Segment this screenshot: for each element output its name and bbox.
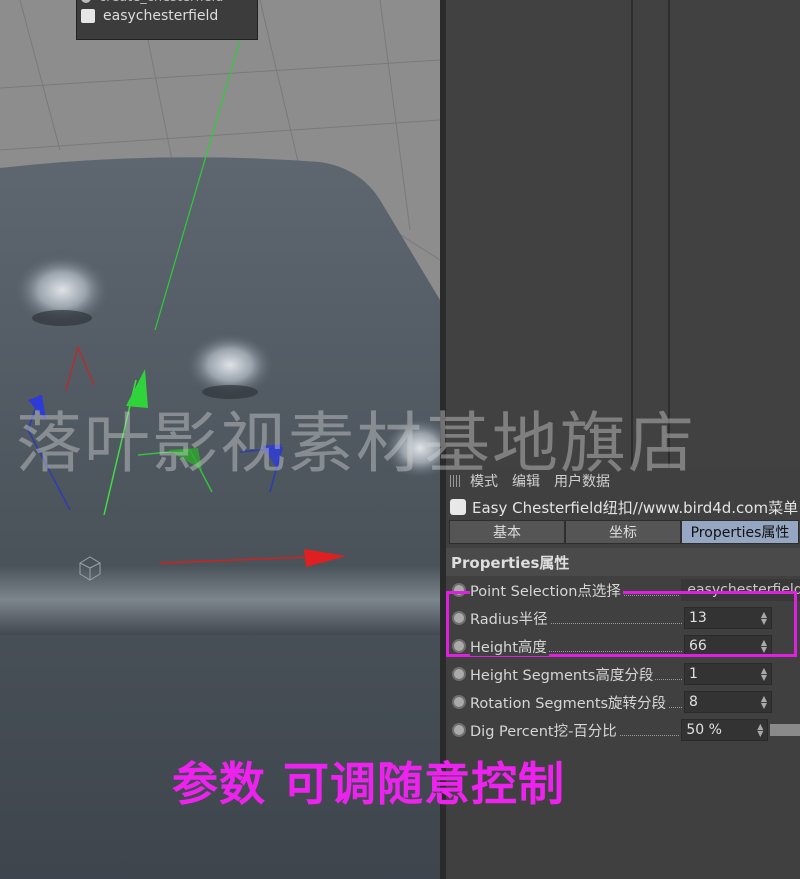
column-divider [631,0,633,468]
attribute-menu-bar: 模式 编辑 用户数据 [446,468,800,494]
tab-basic[interactable]: 基本 [449,520,565,544]
menu-edit[interactable]: 编辑 [512,471,540,491]
param-label: Height高度 [470,639,549,656]
object-manager-panel [446,0,800,468]
point-selection-link[interactable]: easychesterfield [681,579,800,601]
param-row-radius: Radius半径 13 ▲ ▼ [446,604,800,632]
spinner-icon: ▲ ▼ [760,638,767,654]
param-label: Rotation Segments旋转分段 [470,695,669,712]
menu-mode[interactable]: 模式 [470,471,498,491]
animate-radio-icon[interactable] [452,639,466,653]
menu-user-data[interactable]: 用户数据 [554,471,610,491]
param-row-rotation-segments: Rotation Segments旋转分段 8 ▲ ▼ [446,688,800,716]
height-segments-input[interactable]: 1 ▲ ▼ [684,663,772,685]
param-label: Dig Percent挖-百分比 [470,723,619,740]
viewport-scene [0,0,440,879]
spinner-icon: ▲ ▼ [760,694,767,710]
param-label: Height Segments高度分段 [470,667,656,684]
3d-viewport[interactable]: create_chesterfield easychesterfield [0,0,440,879]
param-row-height-segments: Height Segments高度分段 1 ▲ ▼ [446,660,800,688]
param-label: Point Selection点选择 [470,583,623,600]
spinner-icon: ▲ ▼ [760,666,767,682]
object-popup-menu[interactable]: create_chesterfield easychesterfield [76,0,258,40]
dig-percent-slider[interactable] [770,724,800,736]
attribute-manager: 模式 编辑 用户数据 Easy Chesterfield纽扣//www.bird… [446,468,800,879]
tab-coord[interactable]: 坐标 [565,520,681,544]
section-header: Properties属性 [446,548,800,576]
param-row-point-selection: Point Selection点选择 easychesterfield [446,576,800,604]
param-label: Radius半径 [470,611,550,628]
height-input[interactable]: 66 ▲ ▼ [684,635,772,657]
animate-radio-icon[interactable] [452,611,466,625]
object-icon [81,9,95,23]
rotation-segments-input[interactable]: 8 ▲ ▼ [684,691,772,713]
param-row-dig-percent: Dig Percent挖-百分比 50 % ▲ ▼ [446,716,800,744]
animate-radio-icon[interactable] [452,583,466,597]
grip-icon[interactable] [450,475,462,487]
sofa-seam [0,565,440,635]
animate-radio-icon[interactable] [452,667,466,681]
animate-radio-icon[interactable] [452,723,466,737]
attribute-tabs: 基本 坐标 Properties属性 [449,520,800,544]
animate-radio-icon[interactable] [452,695,466,709]
spinner-icon: ▲ ▼ [757,722,764,738]
object-icon [450,499,466,515]
tab-properties[interactable]: Properties属性 [681,520,799,544]
dig-percent-input[interactable]: 50 % ▲ ▼ [681,719,769,741]
spinner-icon: ▲ ▼ [760,610,767,626]
popup-item-easychesterfield[interactable]: easychesterfield [77,5,257,27]
object-icon [81,0,91,3]
object-title: Easy Chesterfield纽扣//www.bird4d.com菜单 [446,494,800,520]
column-divider [668,0,670,468]
radius-input[interactable]: 13 ▲ ▼ [684,607,772,629]
param-row-height: Height高度 66 ▲ ▼ [446,632,800,660]
